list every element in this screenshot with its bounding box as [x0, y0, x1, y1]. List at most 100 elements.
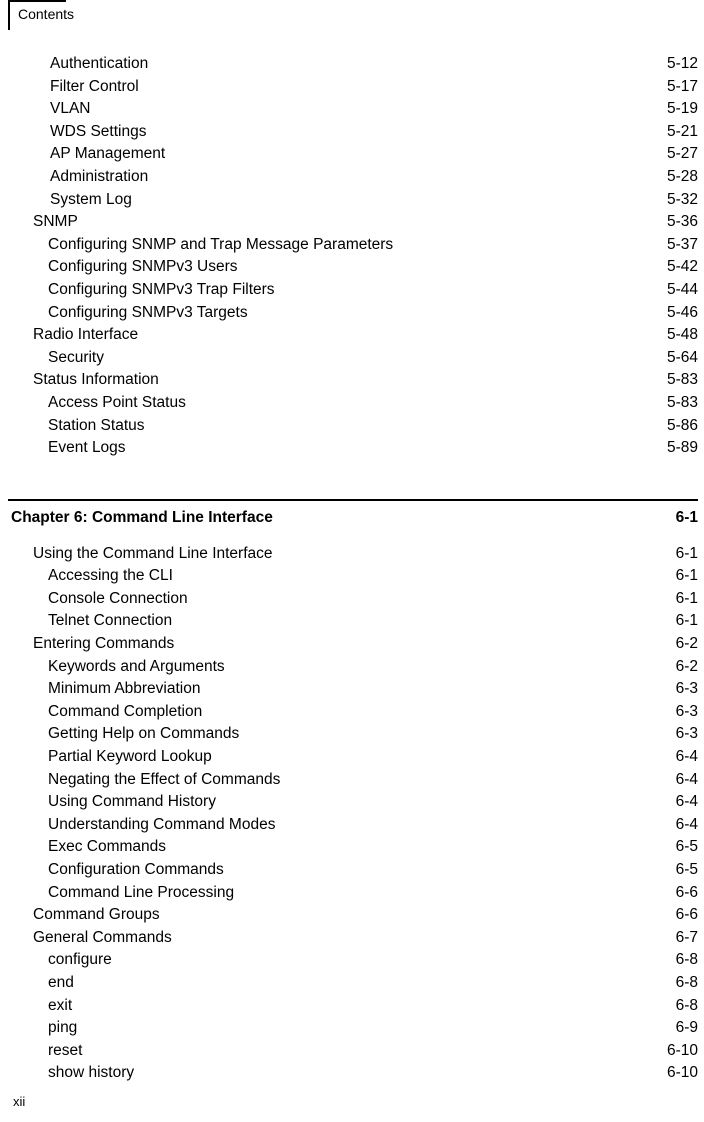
toc-entry-row[interactable]: Access Point Status 5-83 [0, 392, 704, 415]
toc-entry-row[interactable]: Minimum Abbreviation 6-3 [0, 678, 704, 701]
toc-entry-page: 6-3 [675, 702, 698, 720]
toc-entry-row[interactable]: Telnet Connection 6-1 [0, 610, 704, 633]
toc-entry-row[interactable]: ping 6-9 [0, 1017, 704, 1040]
toc-entry-row[interactable]: Configuration Commands 6-5 [0, 859, 704, 882]
toc-entry-label: configure [48, 951, 112, 969]
chapter-entry-page: 6-1 [675, 508, 698, 526]
toc-entry-row[interactable]: Configuring SNMPv3 Targets 5-46 [0, 302, 704, 325]
toc-entry-row[interactable]: show history 6-10 [0, 1062, 704, 1085]
toc-entry-row[interactable]: Command Completion 6-3 [0, 701, 704, 724]
toc-entry-row[interactable]: Event Logs 5-89 [0, 437, 704, 460]
toc-entry-row[interactable]: Radio Interface 5-48 [0, 324, 704, 347]
toc-entry-row[interactable]: SNMP 5-36 [0, 211, 704, 234]
toc-entry-row[interactable]: Negating the Effect of Commands 6-4 [0, 769, 704, 792]
toc-entry-label: Exec Commands [48, 838, 167, 856]
toc-entry-row[interactable]: Station Status 5-86 [0, 415, 704, 438]
toc-entry-row[interactable]: WDS Settings 5-21 [0, 121, 704, 144]
toc-entry-row[interactable]: Authentication 5-12 [0, 53, 704, 76]
toc-entry-row[interactable]: VLAN 5-19 [0, 98, 704, 121]
toc-entry-row[interactable]: Configuring SNMPv3 Users 5-42 [0, 256, 704, 279]
toc-entry-label: Using Command History [48, 793, 216, 811]
toc-section-chapter6: Using the Command Line Interface 6-1 Acces… [0, 543, 704, 1085]
toc-entry-row[interactable]: System Log 5-32 [0, 189, 704, 212]
toc-entry-label: Radio Interface [33, 326, 139, 344]
toc-entry-label: Filter Control [50, 77, 139, 95]
toc-entry-page: 5-32 [666, 190, 698, 208]
toc-entry-row[interactable]: Understanding Command Modes 6-4 [0, 814, 704, 837]
toc-entry-row[interactable]: Security 5-64 [0, 347, 704, 370]
toc-entry-label: Command Groups [33, 906, 160, 924]
toc-entry-row[interactable]: Console Connection 6-1 [0, 588, 704, 611]
toc-entry-label: Authentication [50, 55, 149, 72]
toc-entry-row[interactable]: Getting Help on Commands 6-3 [0, 723, 704, 746]
toc-entry-row[interactable]: exit 6-8 [0, 995, 704, 1018]
toc-entry-row[interactable]: Administration 5-28 [0, 166, 704, 189]
toc-entry-label: VLAN [50, 100, 91, 118]
toc-entry-label: Status Information [33, 371, 159, 389]
toc-entry-page: 5-28 [666, 167, 698, 185]
toc-entry-page: 5-37 [666, 235, 698, 253]
chapter-entry-row[interactable]: Chapter 6: Command Line Interface 6-1 [0, 506, 704, 530]
header-rule-left [8, 0, 10, 30]
toc-entry-page: 5-83 [666, 371, 698, 389]
toc-entry-label: Getting Help on Commands [48, 725, 240, 743]
toc-entry-label: General Commands [33, 928, 172, 946]
toc-entry-row[interactable]: Entering Commands 6-2 [0, 633, 704, 656]
header-rule-top [8, 0, 66, 2]
toc-entry-page: 6-2 [675, 657, 698, 675]
toc-entry-row[interactable]: Filter Control 5-17 [0, 76, 704, 99]
toc-section-chapter5: Authentication 5-12 Filter Control 5-17 VLAN… [0, 53, 704, 460]
toc-entry-label: Configuring SNMP and Trap Message Parame… [48, 235, 394, 253]
toc-entry-label: Accessing the CLI [48, 567, 173, 585]
toc-entry-label: Security [48, 348, 104, 366]
toc-entry-page: 6-4 [675, 815, 698, 833]
toc-entry-page: 6-8 [675, 951, 698, 969]
toc-entry-label: Console Connection [48, 589, 188, 607]
toc-entry-page: 6-4 [675, 793, 698, 811]
chapter-entry-title: Chapter 6: Command Line Interface [11, 508, 273, 526]
toc-entry-row[interactable]: Command Line Processing 6-6 [0, 882, 704, 905]
toc-entry-page: 5-42 [666, 258, 698, 276]
toc-entry-row[interactable]: AP Management 5-27 [0, 143, 704, 166]
toc-entry-page: 6-8 [675, 996, 698, 1014]
toc-entry-row[interactable]: end 6-8 [0, 972, 704, 995]
chapter-entry-block: Chapter 6: Command Line Interface 6-1 [0, 478, 704, 534]
toc-entry-label: Using the Command Line Interface [33, 544, 273, 562]
toc-entry-row[interactable]: Configuring SNMPv3 Trap Filters 5-44 [0, 279, 704, 302]
running-header-title: Contents [18, 6, 75, 22]
toc-entry-label: Entering Commands [33, 635, 175, 653]
toc-entry-page: 6-5 [675, 861, 698, 878]
toc-entry-page: 5-89 [666, 439, 698, 457]
toc-entry-label: reset [48, 1041, 83, 1059]
toc-entry-label: WDS Settings [50, 122, 147, 140]
toc-entry-row[interactable]: configure 6-8 [0, 949, 704, 972]
toc-entry-row[interactable]: General Commands 6-7 [0, 927, 704, 950]
toc-entry-row[interactable]: Partial Keyword Lookup 6-4 [0, 746, 704, 769]
toc-entry-row[interactable]: Using Command History 6-4 [0, 791, 704, 814]
toc-entry-row[interactable]: Exec Commands 6-5 [0, 836, 704, 859]
toc-entry-label: Telnet Connection [48, 612, 173, 630]
toc-entry-page: 6-6 [675, 883, 698, 901]
toc-entry-label: Station Status [48, 416, 145, 434]
toc-entry-page: 5-86 [666, 416, 698, 434]
toc-entry-row[interactable]: Keywords and Arguments 6-2 [0, 656, 704, 679]
toc-entry-row[interactable]: Using the Command Line Interface 6-1 [0, 543, 704, 566]
toc-entry-label: Configuring SNMPv3 Users [48, 258, 238, 276]
toc-entry-label: Access Point Status [48, 393, 186, 411]
toc-entry-row[interactable]: Status Information 5-83 [0, 369, 704, 392]
spacer-after-chapter [0, 534, 704, 543]
toc-entry-page: 6-4 [675, 748, 698, 766]
toc-entry-page: 5-64 [666, 348, 698, 366]
toc-entry-row[interactable]: Accessing the CLI 6-1 [0, 565, 704, 588]
toc-entry-page: 6-10 [666, 1041, 698, 1059]
toc-entry-label: Configuring SNMPv3 Targets [48, 303, 248, 321]
toc-entry-row[interactable]: Command Groups 6-6 [0, 904, 704, 927]
toc-entry-page: 6-8 [675, 973, 698, 991]
toc-entry-row[interactable]: reset 6-10 [0, 1040, 704, 1063]
toc-entry-page: 5-48 [666, 326, 698, 344]
toc-entry-page: 5-17 [666, 77, 698, 95]
page-number-footer: xii [13, 1094, 26, 1109]
toc-entry-page: 5-27 [666, 145, 698, 163]
toc-entry-page: 6-7 [675, 928, 698, 946]
toc-entry-row[interactable]: Configuring SNMP and Trap Message Parame… [0, 234, 704, 257]
